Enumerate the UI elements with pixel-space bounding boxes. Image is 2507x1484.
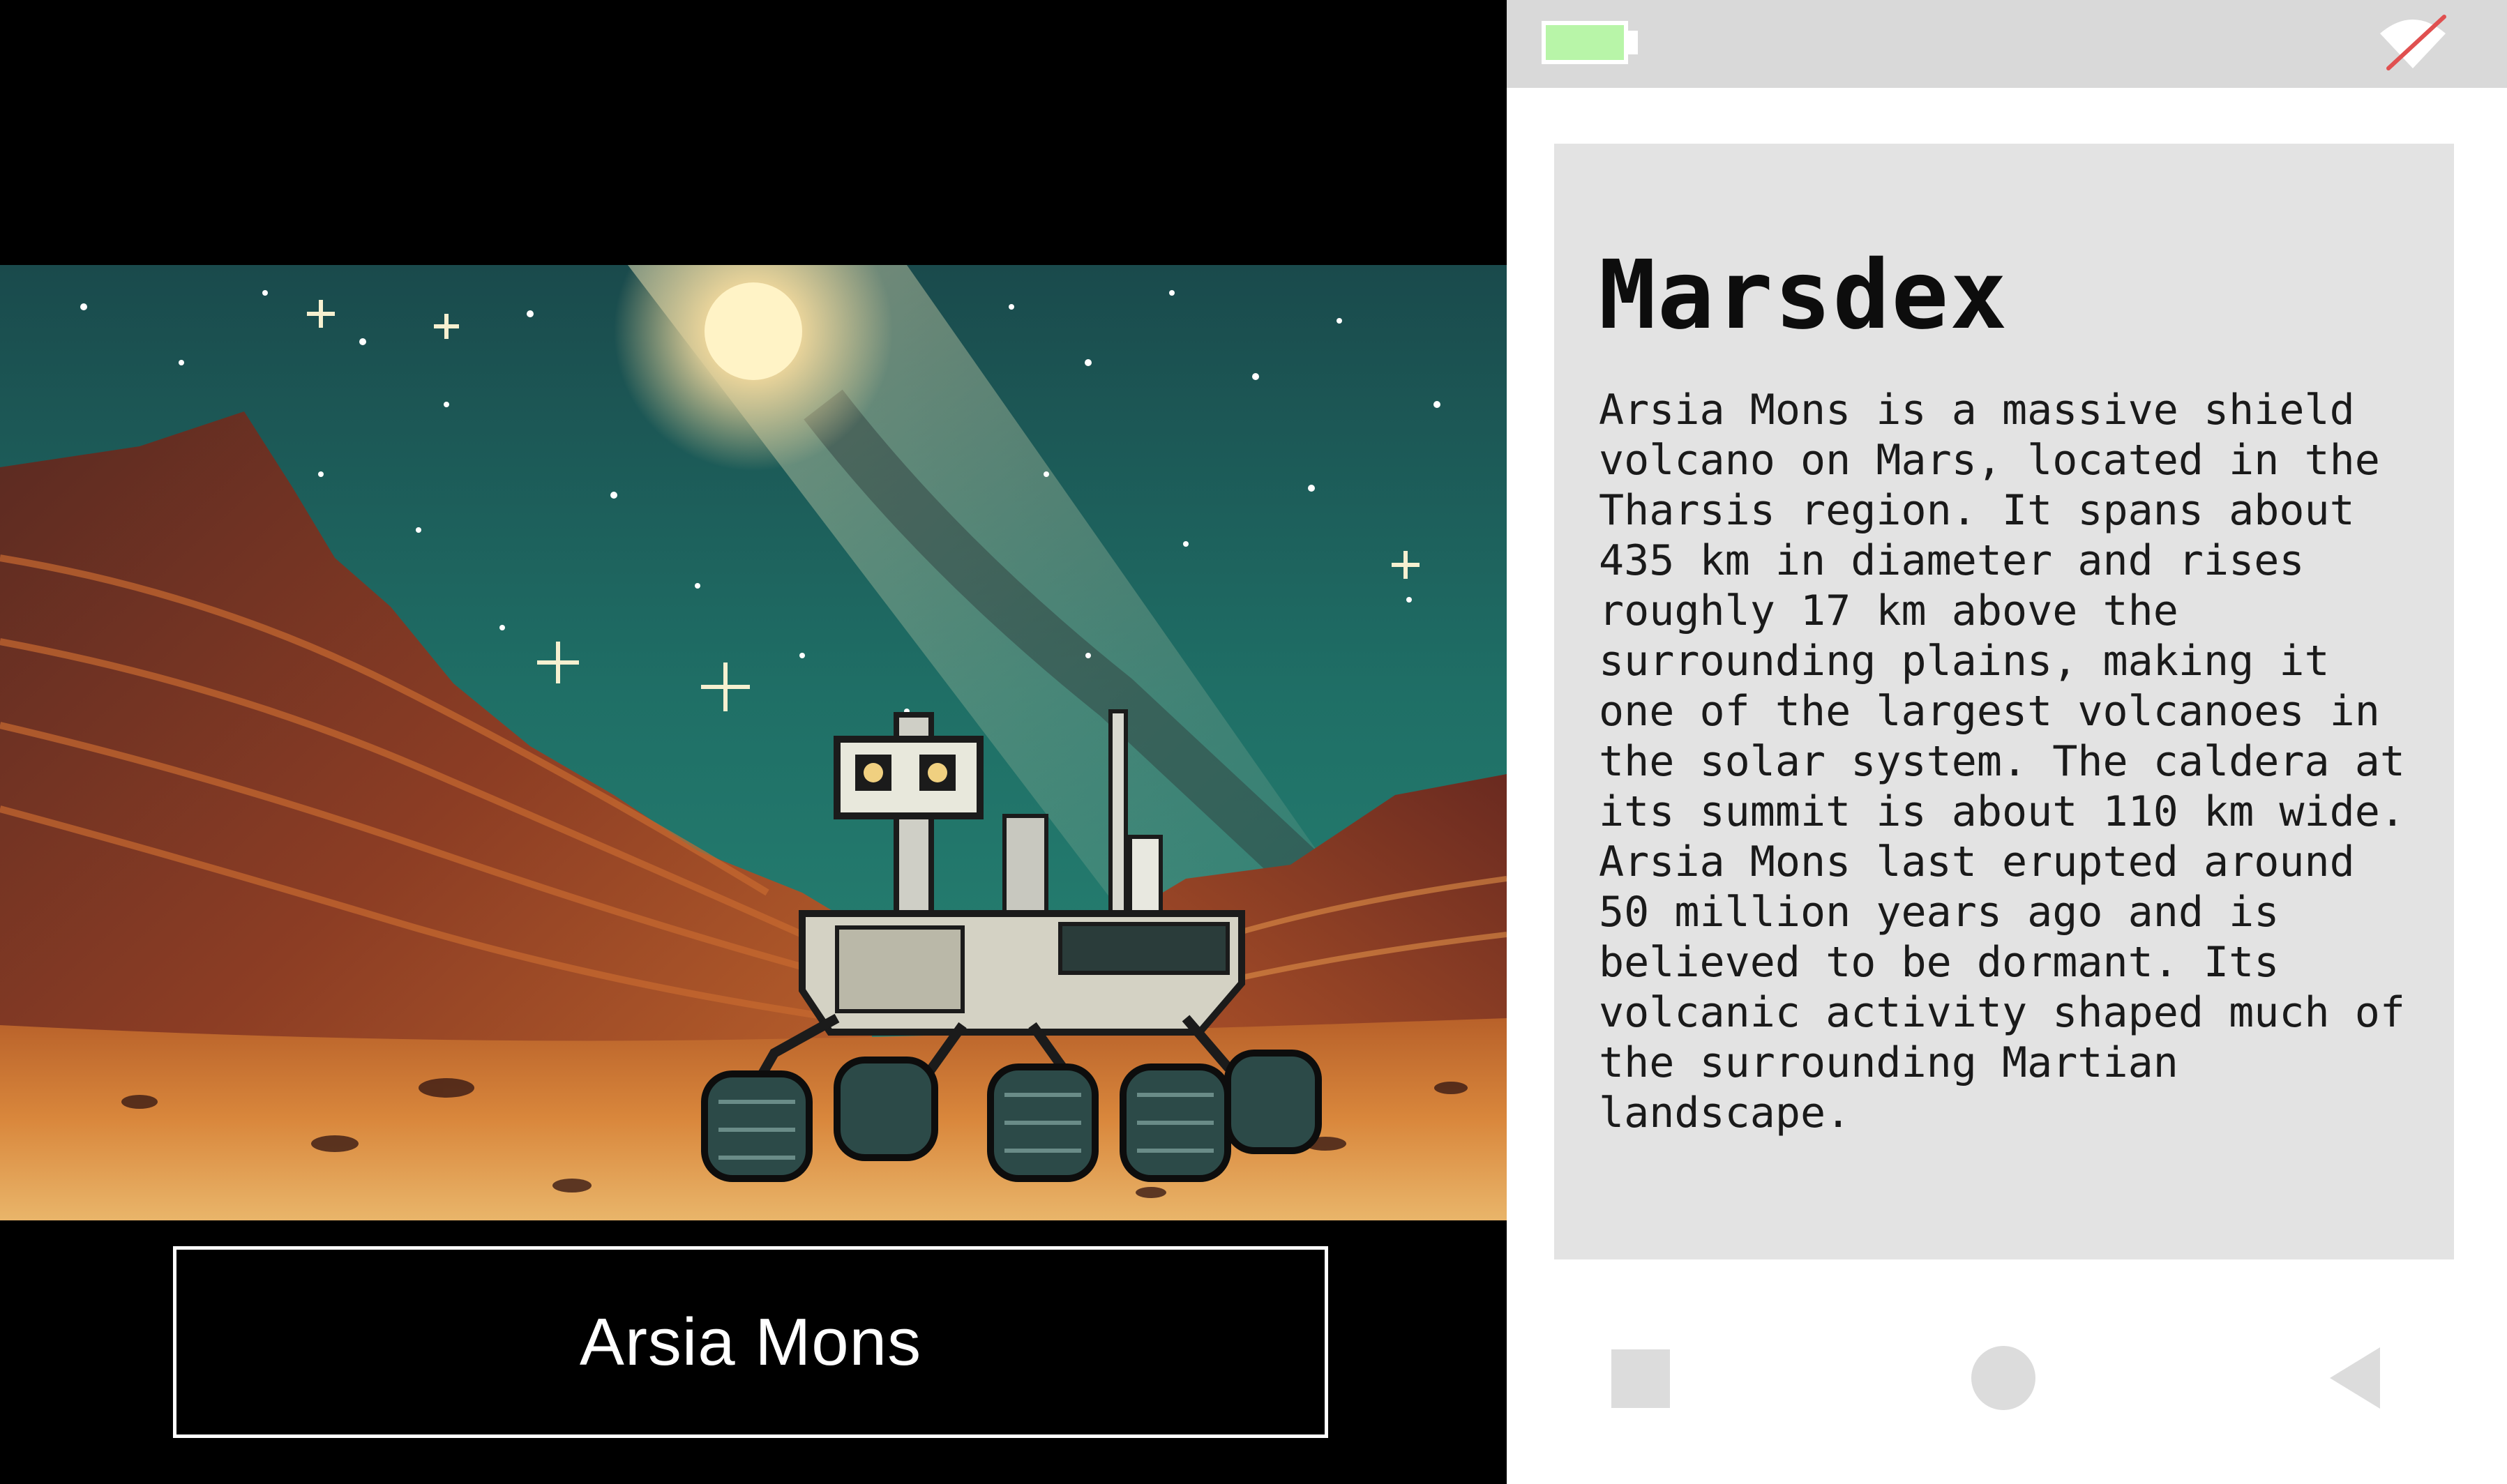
mars-rover-illustration: [0, 265, 1507, 1220]
app-title: Marsdex: [1599, 241, 2009, 351]
navigation-bar: [1507, 1311, 2507, 1444]
status-bar: [1507, 0, 2507, 88]
recents-square-icon[interactable]: [1611, 1349, 1670, 1408]
home-circle-icon[interactable]: [1971, 1346, 2035, 1410]
wifi-off-icon: [2380, 15, 2446, 70]
scene-panel: Arsia Mons: [0, 0, 1507, 1484]
battery-tip: [1628, 31, 1638, 54]
phone-screen: Marsdex Arsia Mons is a massive shield v…: [1507, 0, 2507, 1484]
location-description: Arsia Mons is a massive shield volcano o…: [1599, 386, 2405, 1137]
back-triangle-icon[interactable]: [2330, 1347, 2380, 1409]
location-name-label: Arsia Mons: [173, 1246, 1328, 1438]
info-card: Marsdex Arsia Mons is a massive shield v…: [1554, 144, 2454, 1259]
battery-icon: [1542, 21, 1628, 64]
